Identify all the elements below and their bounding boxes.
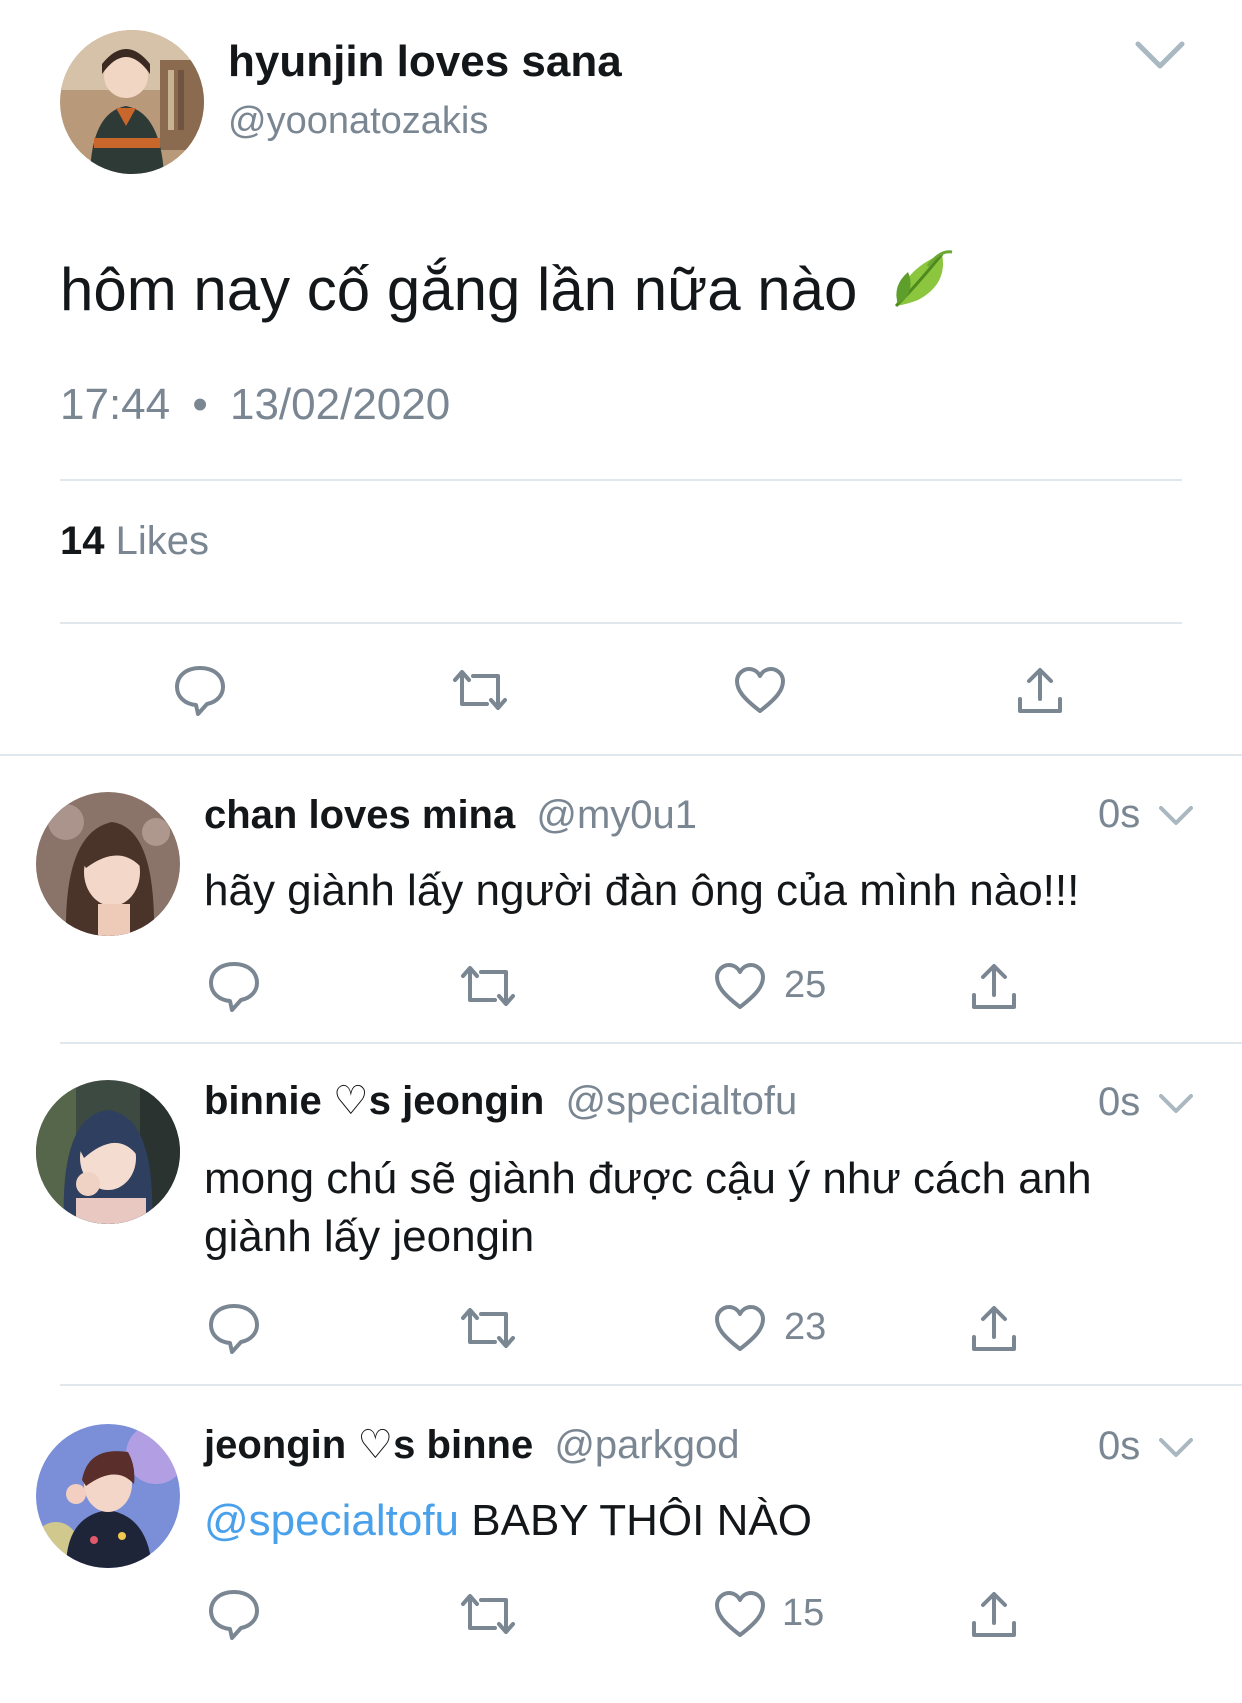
reply-text-line: mong chú sẽ giành được cậu ý như cách an… [204, 1154, 1092, 1203]
reply-avatar[interactable] [36, 792, 180, 936]
heart-icon [715, 1305, 765, 1351]
reply-handle[interactable]: @specialtofu [565, 1079, 797, 1123]
like-button[interactable] [708, 954, 772, 1018]
retweet-button[interactable] [448, 658, 512, 722]
chevron-down-icon [1135, 41, 1185, 69]
retweet-icon [461, 1308, 515, 1348]
reply-options-chevron[interactable] [1158, 1092, 1194, 1116]
reply-text-content: BABY THÔI NÀO [459, 1496, 812, 1545]
likes-label: Likes [115, 519, 210, 563]
tweet-time: 17:44 [60, 380, 171, 429]
share-icon [972, 964, 1016, 1009]
share-button[interactable] [1008, 658, 1072, 722]
retweet-button[interactable] [456, 1296, 520, 1360]
reply-display-name[interactable]: binnie ♡s jeongin [204, 1079, 544, 1123]
reply-handle[interactable]: @my0u1 [536, 793, 697, 837]
share-button[interactable] [962, 954, 1026, 1018]
reply-text: mong chú sẽ giành được cậu ý như cách an… [204, 1150, 1092, 1266]
heart-icon [715, 963, 765, 1009]
author-handle[interactable]: @yoonatozakis [228, 98, 488, 144]
reply-header: jeongin ♡s binne @parkgod [204, 1420, 739, 1470]
reply-avatar[interactable] [36, 1424, 180, 1568]
author-display-name[interactable]: hyunjin loves sana [228, 36, 622, 88]
retweet-icon [461, 966, 515, 1006]
heart-icon [715, 1591, 765, 1637]
like-button[interactable] [728, 658, 792, 722]
reply-options-chevron[interactable] [1158, 1436, 1194, 1460]
reply-button[interactable] [168, 658, 232, 722]
like-count: 15 [782, 1592, 825, 1634]
reply-time: 0s [1098, 1424, 1141, 1468]
reply-button[interactable] [202, 1296, 266, 1360]
reply-options-chevron[interactable] [1158, 804, 1194, 828]
leaf-icon [888, 246, 956, 332]
reply-header: chan loves mina @my0u1 [204, 790, 697, 840]
reply-display-name[interactable]: chan loves mina [204, 793, 515, 837]
divider [60, 479, 1182, 481]
reply-handle[interactable]: @parkgod [554, 1423, 739, 1467]
like-button[interactable] [708, 1582, 772, 1646]
reply-text: hãy giành lấy người đàn ông của mình nào… [204, 866, 1080, 915]
chevron-down-icon [1159, 806, 1193, 825]
likes-count: 14 [60, 519, 105, 563]
retweet-icon [461, 1594, 515, 1634]
chevron-down-icon [1159, 1438, 1193, 1457]
retweet-button[interactable] [456, 954, 520, 1018]
tweet-options-chevron[interactable] [1134, 38, 1186, 72]
reply-text: @specialtofu BABY THÔI NÀO [204, 1492, 812, 1550]
reply-button[interactable] [202, 1582, 266, 1646]
like-button[interactable] [708, 1296, 772, 1360]
reply-icon [175, 666, 225, 716]
reply-header: binnie ♡s jeongin @specialtofu [204, 1076, 797, 1126]
retweet-button[interactable] [456, 1582, 520, 1646]
divider [0, 754, 1242, 756]
divider [60, 1384, 1242, 1386]
heart-icon [735, 667, 785, 713]
chevron-down-icon [1159, 1094, 1193, 1113]
reply-button[interactable] [202, 954, 266, 1018]
share-button[interactable] [962, 1296, 1026, 1360]
retweet-icon [453, 670, 507, 710]
reply-time: 0s [1098, 1080, 1141, 1124]
share-icon [972, 1592, 1016, 1637]
reply-icon [209, 962, 259, 1012]
reply-time: 0s [1098, 792, 1141, 836]
mention-link[interactable]: @specialtofu [204, 1496, 459, 1545]
likes-summary[interactable]: 14 Likes [60, 516, 209, 566]
reply-icon [209, 1590, 259, 1640]
like-count: 25 [784, 964, 827, 1006]
divider [60, 1042, 1242, 1044]
like-count: 23 [784, 1306, 827, 1348]
reply-text-line: giành lấy jeongin [204, 1212, 535, 1261]
reply-avatar[interactable] [36, 1080, 180, 1224]
divider [60, 622, 1182, 624]
tweet-text: hôm nay cố gắng lần nữa nào [60, 250, 956, 332]
share-icon [1018, 668, 1062, 713]
author-avatar[interactable] [60, 30, 204, 174]
tweet-date: 13/02/2020 [229, 380, 451, 429]
tweet-text-content: hôm nay cố gắng lần nữa nào [60, 256, 858, 323]
reply-icon [209, 1304, 259, 1354]
tweet-timestamp: 17:44 • 13/02/2020 [60, 378, 450, 432]
share-button[interactable] [962, 1582, 1026, 1646]
reply-display-name[interactable]: jeongin ♡s binne [204, 1423, 533, 1467]
share-icon [972, 1306, 1016, 1351]
timestamp-separator: • [192, 380, 208, 429]
